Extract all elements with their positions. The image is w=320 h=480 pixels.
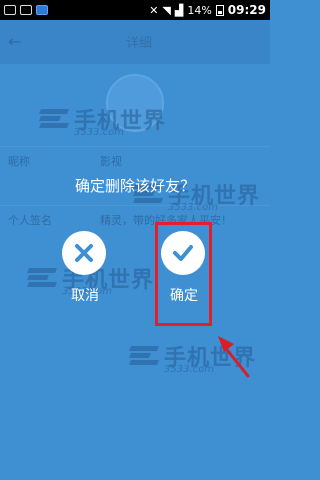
background-title: 详细 — [126, 36, 153, 51]
row-label: 昵称 — [8, 155, 30, 168]
mute-icon: ✕ — [149, 3, 159, 17]
watermark-subtext: 3533.com — [164, 364, 214, 375]
status-bar-notifications — [4, 5, 48, 15]
cancel-label[interactable]: 取消 — [50, 285, 120, 305]
pointer-arrow-icon — [218, 336, 250, 378]
status-bar: ✕ ◥ ▟ 14% 09:29 — [0, 0, 270, 20]
watermark-subtext: 3533.com — [168, 202, 218, 213]
delete-friend-prompt: 确定删除该好友？ — [74, 177, 195, 195]
background-header: ← 详细 — [0, 20, 270, 64]
row-value: 影视 — [100, 155, 122, 168]
row-label: 个人签名 — [8, 214, 52, 227]
watermark-icon — [39, 107, 69, 135]
back-icon: ← — [8, 32, 22, 51]
watermark-icon — [129, 344, 159, 372]
watermark-subtext: 3533.com — [74, 127, 124, 138]
confirm-highlight-box — [155, 222, 212, 326]
battery-percent: 14% — [187, 3, 212, 17]
app-notification-icon — [36, 5, 48, 15]
gallery-notification-icon — [20, 5, 32, 15]
dimmed-background: ← 详细 昵称 影视 个人签名 精灵，带的好多家人平安！ — [0, 20, 270, 480]
signal-icon: ▟ — [174, 3, 184, 17]
watermark-logo: 手机世界 3533.com — [39, 103, 170, 139]
wifi-icon: ◥ — [162, 3, 171, 17]
clock: 09:29 — [227, 3, 266, 17]
background-row: 昵称 影视 — [0, 146, 270, 175]
battery-icon — [215, 4, 224, 16]
close-icon — [75, 244, 93, 262]
photo-notification-icon — [4, 5, 16, 15]
cancel-circle[interactable] — [62, 231, 106, 275]
cancel-button[interactable]: 取消 — [50, 225, 120, 325]
